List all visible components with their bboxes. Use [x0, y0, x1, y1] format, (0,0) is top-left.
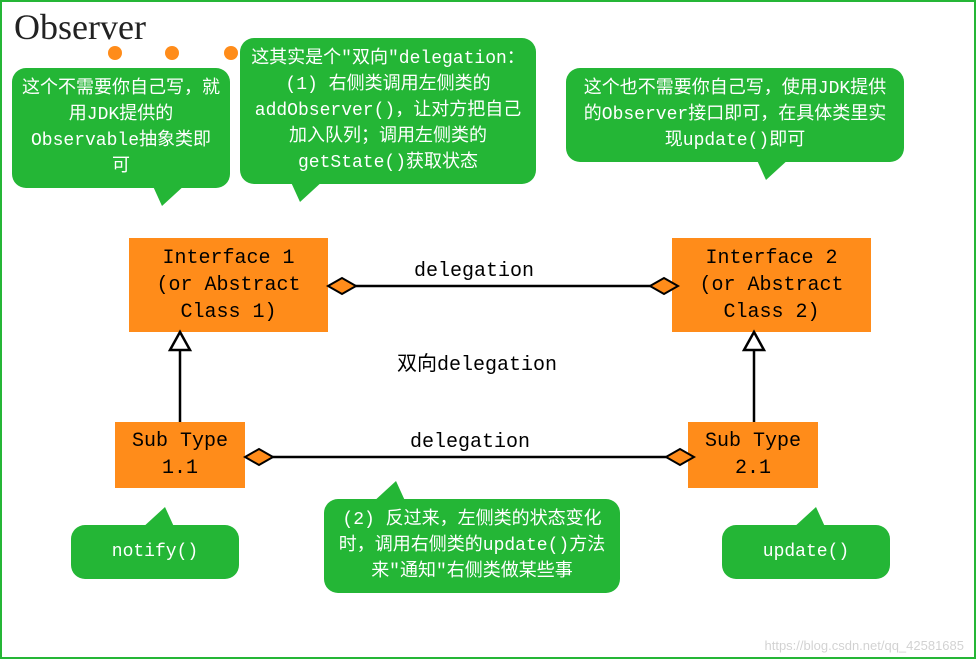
- callout-text: 这其实是个"双向"delegation：(1) 右侧类调用左侧类的addObse…: [251, 49, 525, 173]
- callout-tail-icon: [290, 180, 324, 202]
- label-delegation-top: delegation: [414, 260, 534, 283]
- page-title: Observer: [14, 6, 146, 48]
- watermark: https://blog.csdn.net/qq_42581685: [765, 638, 965, 653]
- decorative-dot: [224, 46, 238, 60]
- decorative-dot: [165, 46, 179, 60]
- uml-sub-1: Sub Type 1.1: [115, 422, 245, 488]
- uml-interface-1: Interface 1 (or Abstract Class 1): [129, 238, 328, 332]
- uml-interface-2: Interface 2 (or Abstract Class 2): [672, 238, 871, 332]
- callout-text: 这个也不需要你自己写，使用JDK提供的Observer接口即可，在具体类里实现u…: [584, 79, 886, 151]
- callout-text: notify(): [112, 542, 198, 562]
- label-delegation-bottom: delegation: [410, 431, 530, 454]
- callout-text: (2) 反过来，左侧类的状态变化时，调用右侧类的update()方法来"通知"右…: [339, 510, 605, 582]
- callout-tail-icon: [792, 507, 826, 529]
- diagram-stage: Observer 这个不需要你自己写，就用JDK提供的Observable抽象类…: [0, 0, 976, 659]
- callout-observer: 这个也不需要你自己写，使用JDK提供的Observer接口即可，在具体类里实现u…: [566, 68, 904, 162]
- callout-tail-icon: [141, 507, 175, 529]
- callout-text: 这个不需要你自己写，就用JDK提供的Observable抽象类即可: [22, 79, 220, 177]
- callout-text: update(): [763, 542, 849, 562]
- callout-update: update(): [722, 525, 890, 579]
- callout-bidirectional-2: (2) 反过来，左侧类的状态变化时，调用右侧类的update()方法来"通知"右…: [324, 499, 620, 593]
- callout-notify: notify(): [71, 525, 239, 579]
- decorative-dot: [108, 46, 122, 60]
- callout-tail-icon: [756, 158, 790, 180]
- uml-sub-2: Sub Type 2.1: [688, 422, 818, 488]
- label-delegation-mid: 双向delegation: [397, 347, 557, 377]
- callout-tail-icon: [372, 481, 406, 503]
- callout-tail-icon: [152, 184, 186, 206]
- callout-bidirectional-1: 这其实是个"双向"delegation：(1) 右侧类调用左侧类的addObse…: [240, 38, 536, 184]
- callout-observable: 这个不需要你自己写，就用JDK提供的Observable抽象类即可: [12, 68, 230, 188]
